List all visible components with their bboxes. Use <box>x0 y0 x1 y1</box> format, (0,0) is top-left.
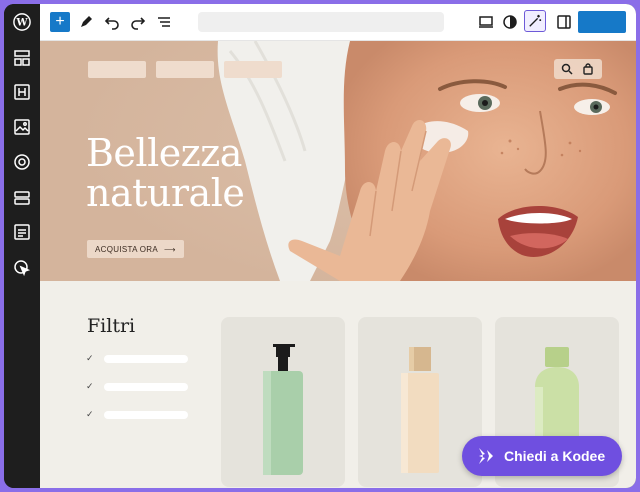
sidebar-icon[interactable] <box>554 12 574 32</box>
desktop-icon[interactable] <box>476 12 496 32</box>
arrow-right-icon: ⟶ <box>164 244 176 254</box>
target-icon[interactable] <box>12 152 32 172</box>
ask-kodee-label: Chiedi a Kodee <box>504 448 606 464</box>
pen-icon[interactable] <box>76 12 96 32</box>
plus-icon: + <box>55 13 65 30</box>
svg-text:W: W <box>15 18 28 29</box>
magic-wand-icon <box>529 14 542 27</box>
patterns-icon[interactable] <box>12 48 32 68</box>
check-icon: ✓ <box>86 353 94 363</box>
image-icon[interactable] <box>12 117 32 137</box>
filter-label-3 <box>104 411 188 419</box>
ai-tools-button[interactable] <box>524 10 546 32</box>
bag-icon[interactable] <box>581 62 595 76</box>
wordpress-logo-icon[interactable]: W <box>12 12 32 32</box>
add-block-button[interactable]: + <box>50 12 70 32</box>
nav-link-2[interactable] <box>156 61 214 78</box>
layout-icon[interactable] <box>12 188 32 208</box>
hero-section[interactable]: Bellezza naturale ACQUISTA ORA ⟶ <box>40 41 636 281</box>
left-sidebar: W <box>4 4 40 488</box>
filters-title: Filtri <box>87 315 136 337</box>
redo-icon[interactable] <box>128 12 148 32</box>
nav-link-1[interactable] <box>88 61 146 78</box>
save-button[interactable] <box>578 11 626 33</box>
heading-icon[interactable] <box>12 82 32 102</box>
check-icon: ✓ <box>86 409 94 419</box>
document-bar[interactable] <box>198 12 444 32</box>
product-card-1[interactable] <box>221 317 345 487</box>
pump-bottle-image <box>263 344 303 475</box>
filter-label-1 <box>104 355 188 363</box>
editor-canvas[interactable]: Bellezza naturale ACQUISTA ORA ⟶ Filtri … <box>40 41 636 488</box>
filter-label-2 <box>104 383 188 391</box>
ask-kodee-button[interactable]: Chiedi a Kodee <box>462 436 622 476</box>
pointer-icon[interactable] <box>12 258 32 278</box>
check-icon: ✓ <box>86 381 94 391</box>
search-icon[interactable] <box>560 62 574 76</box>
headline-line-1: Bellezza <box>86 131 242 175</box>
headline-line-2: naturale <box>86 171 245 215</box>
form-icon[interactable] <box>12 222 32 242</box>
cta-label: ACQUISTA ORA <box>95 244 159 254</box>
editor-window: W + Bellezza naturale ACQUISTA ORA ⟶ Fil… <box>4 4 636 488</box>
nav-link-3[interactable] <box>224 61 282 78</box>
shop-now-button[interactable]: ACQUISTA ORA ⟶ <box>87 240 184 258</box>
hero-headline: Bellezza naturale <box>86 131 245 215</box>
sparkle-icon <box>479 448 493 464</box>
top-toolbar: + <box>40 4 636 41</box>
contrast-icon[interactable] <box>500 12 520 32</box>
undo-icon[interactable] <box>102 12 122 32</box>
header-actions <box>554 59 602 79</box>
list-view-icon[interactable] <box>154 12 174 32</box>
